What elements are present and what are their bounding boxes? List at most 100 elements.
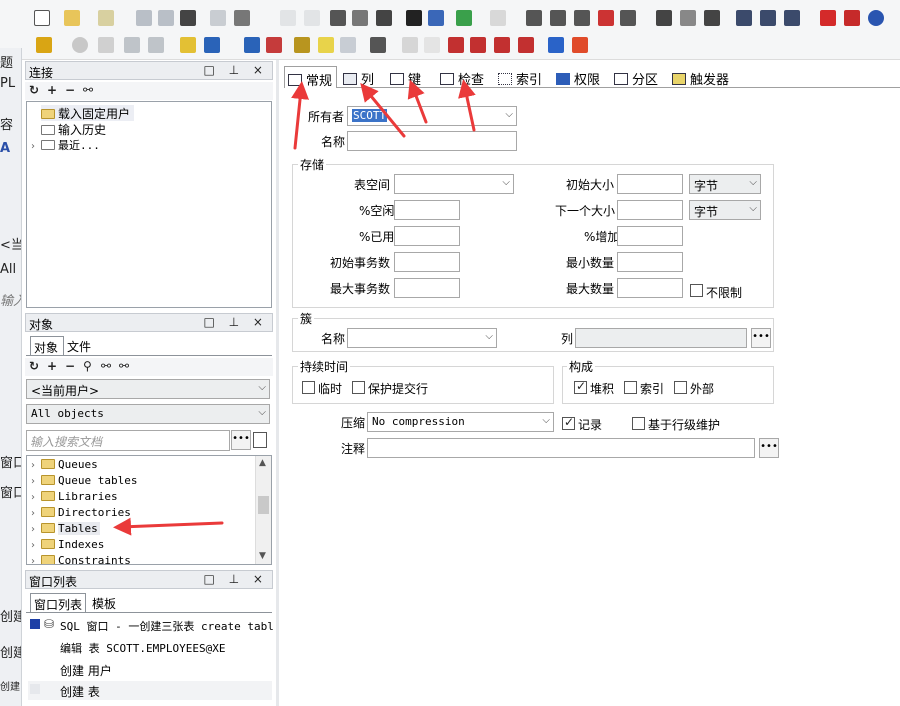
cut-icon[interactable] [330,10,346,26]
book-add-icon[interactable] [470,37,486,53]
pdf-icon[interactable] [844,10,860,26]
find-next-icon[interactable] [428,10,444,26]
tree-item-fixed-users[interactable]: 载入固定用户 [41,105,135,121]
copy-icon[interactable] [352,10,368,26]
book-red-icon[interactable] [448,37,464,53]
tree-scrollbar[interactable]: ▲ ▼ [255,456,271,564]
tab-files[interactable]: 文件 [67,338,91,355]
scroll-thumb[interactable] [258,496,269,514]
tree-item-constraints[interactable]: › Constraints [31,553,131,564]
compression-select[interactable]: No compression ⌵ [367,412,554,432]
paste-icon[interactable] [376,10,392,26]
tree-item-queues[interactable]: › Queues [31,457,98,473]
redo-icon[interactable] [304,10,320,26]
tab-checks[interactable]: 检查 [440,66,484,88]
min-extents-input[interactable] [617,252,683,272]
tree-item-indexes[interactable]: › Indexes [31,537,104,553]
db-connect-icon[interactable] [244,37,260,53]
add-icon[interactable]: + [47,83,57,97]
report-icon[interactable] [318,37,334,53]
chevron-right-icon[interactable]: › [31,508,41,519]
tree-item-queue-tables[interactable]: › Queue tables [31,473,137,489]
book-run-icon[interactable] [518,37,534,53]
pct-free-input[interactable] [394,200,460,220]
book-edit-icon[interactable] [494,37,510,53]
panel-window-buttons[interactable]: □ ⊥ × [204,572,268,586]
undo-icon[interactable] [280,10,296,26]
pct-increase-input[interactable] [617,226,683,246]
add-icon[interactable]: + [47,359,57,373]
tab-general[interactable]: 常规 [284,66,337,89]
export-icon[interactable] [490,10,506,26]
save-as-icon[interactable] [158,10,174,26]
initial-size-unit-select[interactable]: 字节 ⌵ [689,174,761,194]
sql-window-icon[interactable] [180,37,196,53]
window-tile-icon[interactable] [760,10,776,26]
panel-splitter[interactable] [276,60,279,706]
tab-indexes[interactable]: 索引 [498,66,542,88]
key-icon[interactable] [36,37,52,53]
window-cascade-icon[interactable] [736,10,752,26]
window-list-item[interactable]: 创建 表 [28,681,272,700]
tree-item-libraries[interactable]: › Libraries [31,489,118,505]
link-icon[interactable]: ⚯ [83,83,93,97]
logging-checkbox[interactable] [562,415,575,430]
oracle-icon[interactable] [820,10,836,26]
tab-privileges[interactable]: 权限 [556,66,600,88]
tree-item-recent[interactable]: › 最近... [31,137,100,153]
tab-templates[interactable]: 模板 [92,595,116,612]
table-name-input[interactable] [347,131,517,151]
explain-icon[interactable] [656,10,672,26]
cluster-columns-button[interactable]: ••• [751,328,771,348]
gear-icon[interactable] [72,37,88,53]
arrow-right-blue-icon[interactable] [548,37,564,53]
chevron-right-icon[interactable]: › [31,492,41,503]
external-checkbox[interactable] [674,381,687,394]
find-icon[interactable] [406,10,422,26]
tree-item-tables[interactable]: › Tables [31,521,100,537]
scroll-down-icon[interactable]: ▼ [259,551,266,561]
sql-run-icon[interactable] [204,37,220,53]
chevron-right-icon[interactable]: › [31,524,41,535]
help-icon[interactable] [868,10,884,26]
chevron-right-icon[interactable]: › [31,460,41,471]
tree-item-directories[interactable]: › Directories [31,505,131,521]
tools-2-icon[interactable] [294,37,310,53]
filter-icon[interactable]: ⚯ [101,359,111,373]
tablespace-select[interactable]: ⌵ [394,174,514,194]
chevron-right-icon[interactable]: › [31,556,41,564]
rollback-icon[interactable] [148,37,164,53]
compile-icon[interactable] [402,37,418,53]
tab-keys[interactable]: 键 [390,66,421,88]
eraser-icon[interactable] [424,37,440,53]
window-grid-icon[interactable] [784,10,800,26]
comment-edit-button[interactable]: ••• [759,438,779,458]
indent-icon[interactable] [526,10,542,26]
find-icon[interactable]: ⚲ [83,359,92,373]
window-list-item[interactable]: 编辑 表 SCOTT.EMPLOYEES@XE [28,638,272,656]
cluster-columns-input[interactable] [575,328,747,348]
chevron-right-icon[interactable]: › [31,540,41,551]
cluster-name-select[interactable]: ⌵ [347,328,497,348]
comment-input[interactable] [367,438,755,458]
window-list-item[interactable]: ⛁ SQL 窗口 - 一创建三张表 create tabl [28,616,274,634]
search-options-button[interactable]: ••• [231,430,251,450]
save-icon[interactable] [136,10,152,26]
scroll-up-icon[interactable]: ▲ [259,458,266,468]
tab-objects[interactable]: 对象 [30,336,64,356]
save-all-icon[interactable] [180,10,196,26]
remove-icon[interactable]: − [65,83,75,97]
chevron-right-icon[interactable]: › [31,476,41,487]
row-level-dependencies-checkbox[interactable] [632,417,645,430]
tab-columns[interactable]: 列 [343,66,374,88]
next-size-input[interactable] [617,200,683,220]
chevron-right-icon[interactable]: › [31,141,41,152]
preserve-rows-checkbox[interactable] [352,381,365,394]
temporary-checkbox[interactable] [302,381,315,394]
index-organized-checkbox[interactable] [624,381,637,394]
print-icon[interactable] [210,10,226,26]
initial-size-input[interactable] [617,174,683,194]
wrench-icon[interactable] [370,37,386,53]
tab-window-list[interactable]: 窗口列表 [30,593,87,613]
stop-icon[interactable] [98,37,114,53]
